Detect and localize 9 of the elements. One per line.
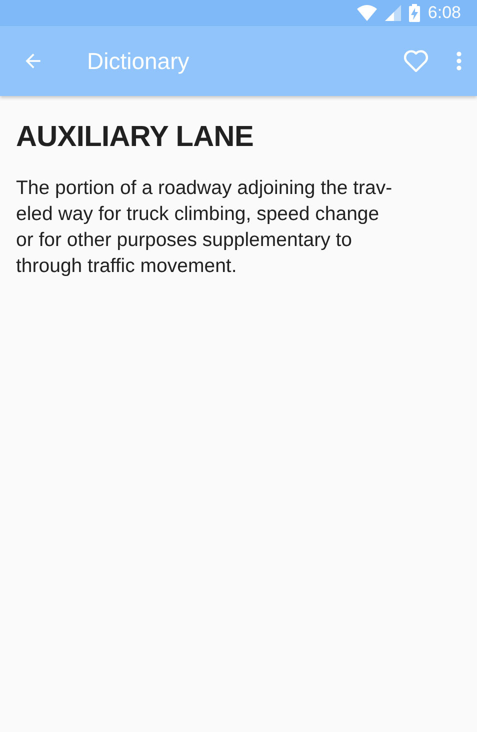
status-time: 6:08 <box>428 2 461 24</box>
wifi-icon <box>356 5 377 21</box>
entry-definition: The portion of a roadway adjoining the trav- eled way for truck climbing, speed change or for other purposes supplementary to through traffic movement. <box>16 176 394 279</box>
heart-icon <box>403 49 429 73</box>
battery-charging-icon <box>408 4 420 22</box>
signal-icon <box>384 5 401 21</box>
more-options-icon <box>456 51 462 71</box>
app-title: Dictionary <box>87 46 190 76</box>
entry-term: AUXILIARY LANE <box>16 120 254 155</box>
